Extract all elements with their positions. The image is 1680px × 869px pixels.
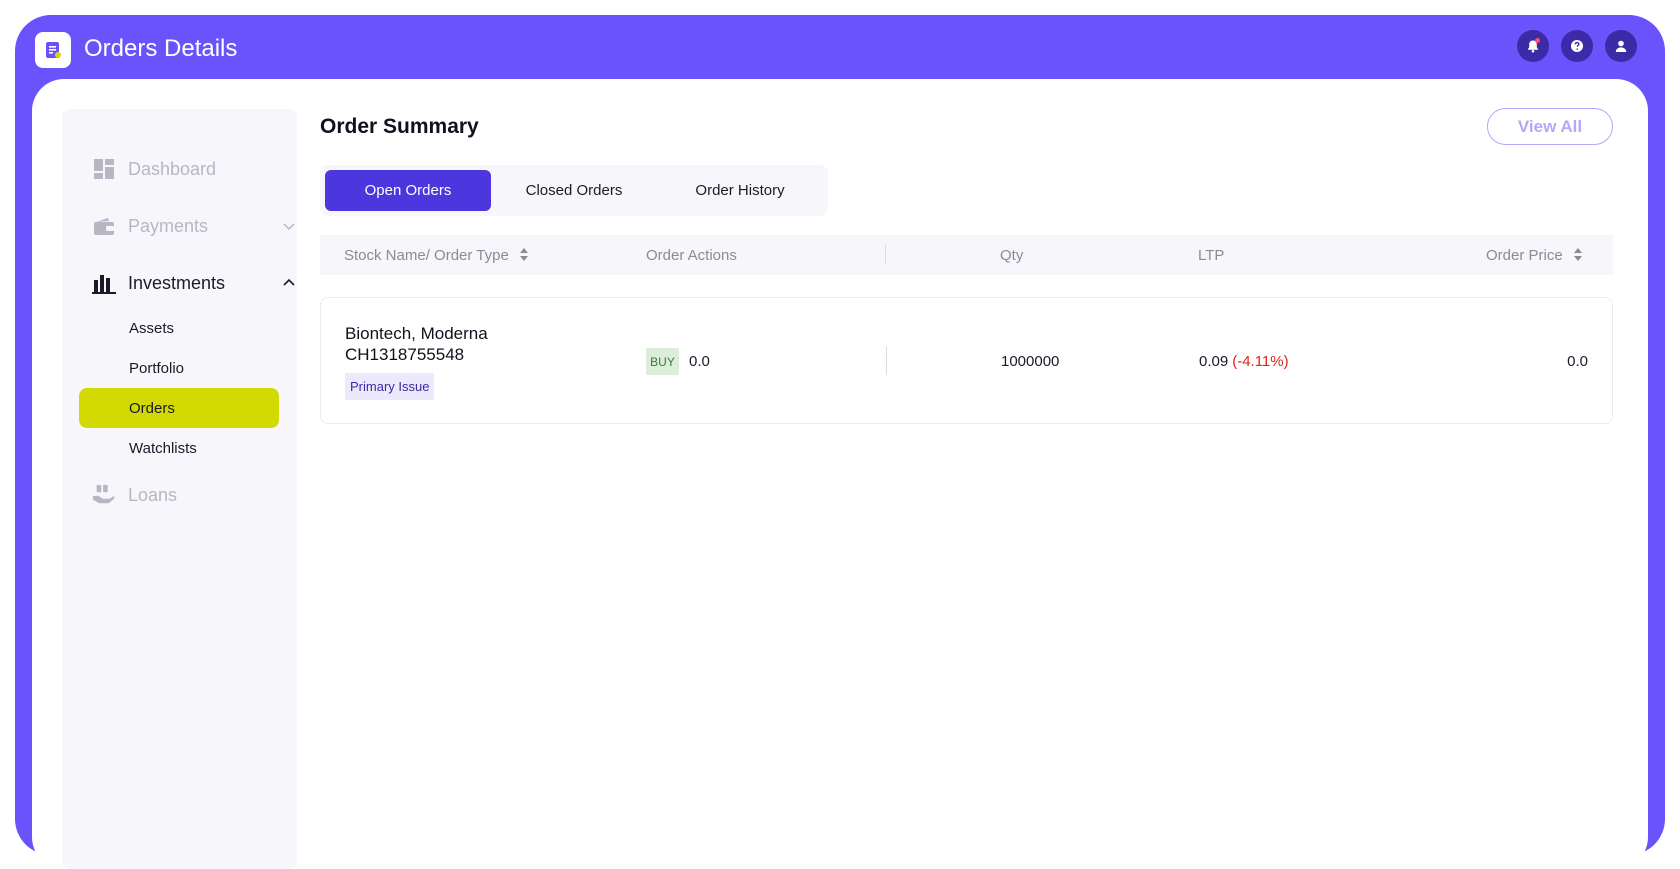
section-title: Order Summary <box>320 115 479 138</box>
sidebar-item-investments[interactable]: Investments <box>92 269 295 297</box>
order-price-value: 0.0 <box>1567 353 1588 370</box>
sidebar-item-payments[interactable]: Payments <box>92 212 295 240</box>
column-header-order-price[interactable]: Order Price <box>1486 235 1583 275</box>
document-icon <box>46 42 61 58</box>
wallet-icon <box>94 218 114 235</box>
profile-button[interactable] <box>1605 30 1637 62</box>
buy-badge: BUY <box>646 348 679 375</box>
sidebar-item-assets[interactable]: Assets <box>79 308 279 348</box>
column-header-qty: Qty <box>1000 246 1024 264</box>
dashboard-icon <box>94 159 114 179</box>
sidebar-item-label: Investments <box>128 272 226 293</box>
tab-order-history[interactable]: Order History <box>657 170 823 211</box>
column-header-ltp: LTP <box>1198 246 1225 264</box>
sidebar: Dashboard Payments Investments Assets Po… <box>62 109 297 869</box>
ltp-change: (-4.11%) <box>1232 353 1289 370</box>
order-action-value: 0.0 <box>689 353 710 370</box>
main-panel: Dashboard Payments Investments Assets Po… <box>32 79 1648 869</box>
qty-value: 1000000 <box>1001 353 1060 370</box>
sidebar-item-label: Loans <box>128 484 178 505</box>
top-bar: Orders Details <box>15 15 1665 79</box>
order-tabs: Open Orders Closed Orders Order History <box>320 165 828 216</box>
column-divider <box>886 346 887 375</box>
sidebar-item-watchlists[interactable]: Watchlists <box>79 428 279 468</box>
notification-dot <box>1535 38 1540 43</box>
order-summary: Order Summary View All Open Orders Close… <box>320 79 1620 779</box>
chevron-up-icon <box>283 278 295 286</box>
sidebar-item-dashboard[interactable]: Dashboard <box>92 155 216 183</box>
page-title: Orders Details <box>84 35 238 62</box>
loan-hand-icon <box>92 484 115 504</box>
ltp-value: 0.09 (-4.11%) <box>1199 353 1289 370</box>
column-header-stock[interactable]: Stock Name/ Order Type <box>344 235 529 275</box>
sidebar-item-orders[interactable]: Orders <box>79 388 279 428</box>
sort-icon <box>1573 248 1583 262</box>
sidebar-item-label: Dashboard <box>128 158 217 179</box>
tab-open-orders[interactable]: Open Orders <box>325 170 491 211</box>
help-button[interactable] <box>1561 30 1593 62</box>
order-type-badge: Primary Issue <box>345 373 435 400</box>
sidebar-item-loans[interactable]: Loans <box>92 481 177 509</box>
app-frame: Orders Details Dashboard Payments Invest… <box>15 15 1665 869</box>
sidebar-item-portfolio[interactable]: Portfolio <box>79 348 279 388</box>
view-all-button[interactable]: View All <box>1487 108 1613 145</box>
app-logo <box>35 32 71 68</box>
sort-icon <box>519 248 529 262</box>
user-icon <box>1615 40 1627 52</box>
bar-chart-icon <box>92 275 116 294</box>
help-icon <box>1571 40 1583 52</box>
stock-name: Biontech, Moderna CH1318755548 <box>345 324 488 364</box>
tab-closed-orders[interactable]: Closed Orders <box>491 170 657 211</box>
table-row[interactable]: Biontech, Moderna CH1318755548 Primary I… <box>320 297 1613 424</box>
notification-button[interactable] <box>1517 30 1549 62</box>
sidebar-item-label: Payments <box>128 215 209 236</box>
column-header-order-actions: Order Actions <box>646 246 737 264</box>
column-divider <box>885 245 886 265</box>
table-header: Stock Name/ Order Type Order Actions Qty… <box>320 235 1613 275</box>
chevron-down-icon <box>283 223 295 231</box>
